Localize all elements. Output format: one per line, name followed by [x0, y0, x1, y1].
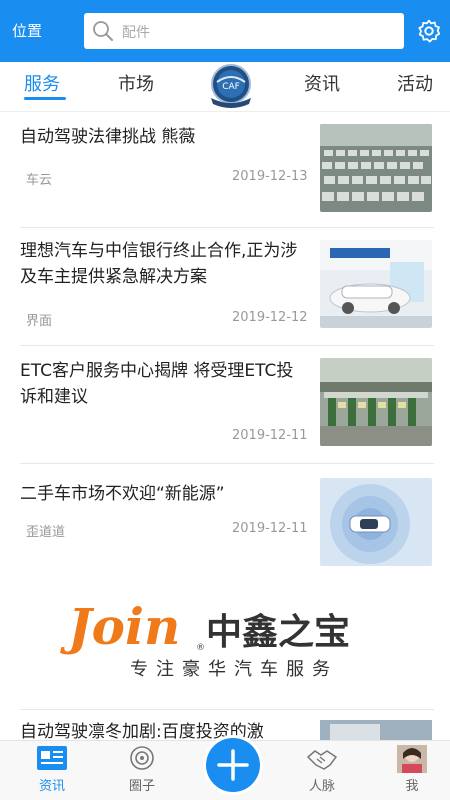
news-item[interactable]: ETC客户服务中心揭牌 将受理ETC投诉和建议 2019-12-11: [0, 346, 450, 464]
news-title: 理想汽车与中信银行终止合作,正为涉及车主提供紧急解决方案: [20, 241, 298, 287]
category-tabs: 服务 市场 CAF 资讯 活动: [0, 62, 450, 112]
search-placeholder: 配件: [122, 25, 150, 41]
location-button[interactable]: 位置: [12, 20, 42, 41]
news-item[interactable]: 二手车市场不欢迎“新能源” 歪道道 2019-12-11: [0, 464, 450, 580]
tab-underline: [24, 97, 66, 100]
handshake-icon: [307, 750, 337, 770]
news-source: 车云: [26, 173, 53, 188]
nav-circle[interactable]: 圈子: [112, 741, 172, 800]
news-icon: [37, 746, 67, 770]
publish-button[interactable]: [206, 738, 260, 792]
news-date: 2019-12-13: [232, 169, 308, 184]
news-item[interactable]: 自动驾驶法律挑战 熊薇 车云 2019-12-13: [0, 112, 450, 228]
divider: [20, 709, 434, 710]
news-date: 2019-12-12: [232, 310, 308, 325]
brand-banner[interactable]: Join ® 中鑫之宝 专注豪华汽车服务: [0, 580, 450, 710]
tab-news[interactable]: 资讯: [304, 70, 340, 96]
search-icon: [93, 21, 113, 41]
news-item[interactable]: 理想汽车与中信银行终止合作,正为涉及车主提供紧急解决方案 界面 2019-12-…: [0, 228, 450, 346]
news-date: 2019-12-11: [232, 521, 308, 536]
logo-text: CAF: [222, 82, 240, 92]
caf-logo: CAF: [211, 64, 251, 108]
news-thumbnail: [320, 720, 432, 740]
plus-icon: [217, 749, 249, 781]
news-title-partial[interactable]: 自动驾驶凛冬加剧:百度投资的激: [20, 717, 310, 742]
news-title: 自动驾驶法律挑战 熊薇: [20, 127, 196, 147]
nav-label: 圈子: [128, 779, 155, 794]
top-header: 位置 配件: [0, 0, 450, 62]
news-thumbnail: [320, 240, 432, 328]
registered-mark: ®: [196, 643, 205, 653]
search-input[interactable]: 配件: [84, 13, 404, 49]
news-source: 界面: [26, 314, 53, 329]
news-thumbnail: [320, 358, 432, 446]
news-title: 二手车市场不欢迎“新能源”: [20, 484, 225, 504]
circle-icon: [130, 746, 154, 770]
nav-label: 资讯: [38, 779, 65, 794]
nav-label: 人脉: [308, 779, 335, 794]
news-date: 2019-12-11: [232, 428, 308, 443]
news-source: 歪道道: [26, 525, 66, 540]
brand-en: Join: [60, 597, 180, 656]
brand-cn: 中鑫之宝: [206, 612, 350, 653]
tab-events[interactable]: 活动: [397, 70, 433, 96]
nav-label: 我: [405, 779, 419, 794]
news-thumbnail: [320, 124, 432, 212]
nav-contacts[interactable]: 人脉: [292, 741, 352, 800]
news-thumbnail: [320, 478, 432, 566]
tab-service[interactable]: 服务: [24, 70, 60, 96]
gear-icon[interactable]: [416, 18, 442, 44]
nav-news[interactable]: 资讯: [22, 741, 82, 800]
tab-market[interactable]: 市场: [118, 70, 154, 96]
brand-logo: Join ® 中鑫之宝 专注豪华汽车服务: [60, 597, 350, 680]
brand-slogan: 专注豪华汽车服务: [130, 659, 338, 680]
news-title: ETC客户服务中心揭牌 将受理ETC投诉和建议: [20, 361, 294, 407]
avatar[interactable]: [397, 745, 427, 773]
